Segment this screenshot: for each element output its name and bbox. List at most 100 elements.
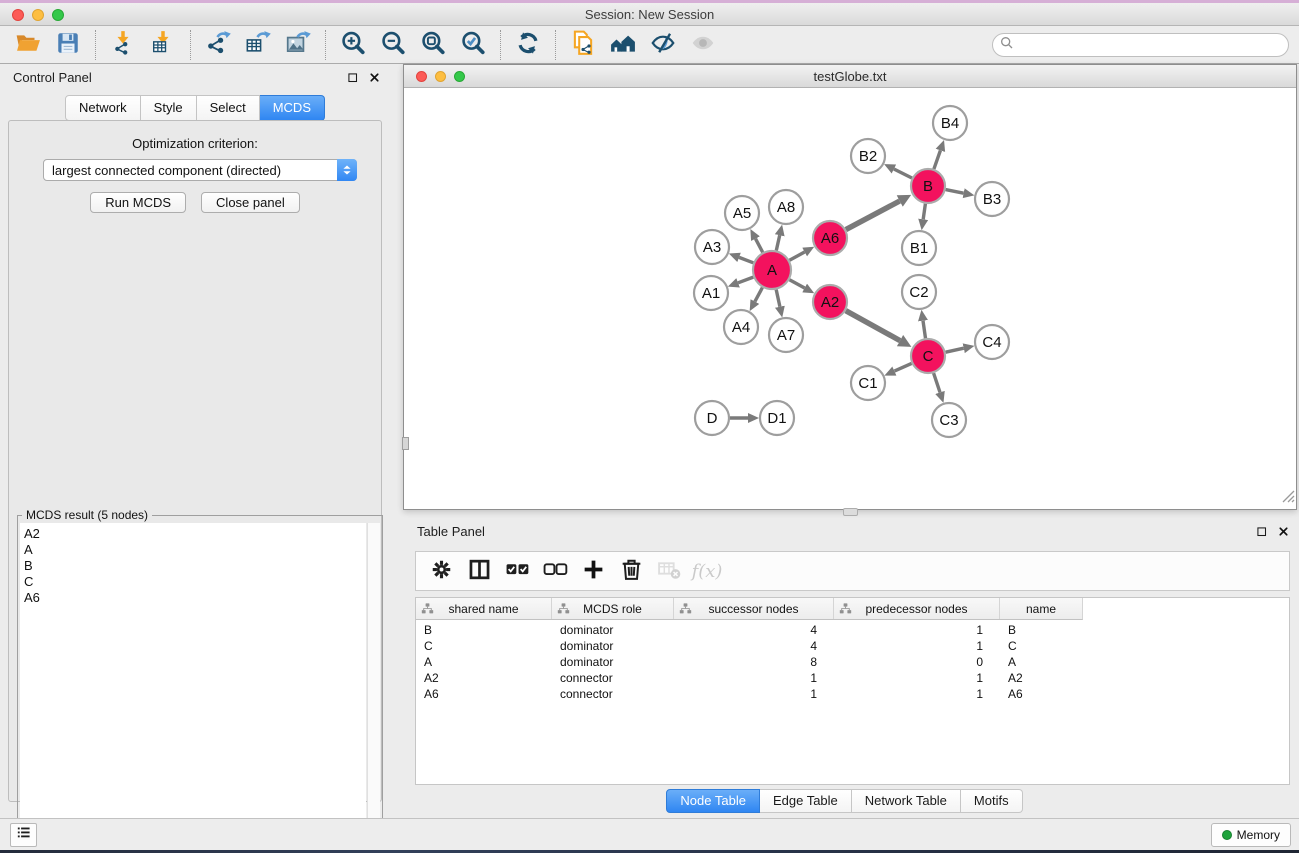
import-table-button[interactable] [143, 28, 183, 62]
network-canvas[interactable]: B4 B2 B B3 A5 A8 A6 A3 B1 A A1 C2 A2 [404, 88, 1296, 509]
tab-network[interactable]: Network [65, 95, 141, 121]
delete-table-button[interactable] [652, 555, 686, 587]
window-edge-handle[interactable] [402, 437, 409, 450]
mcds-result-item[interactable]: B [24, 558, 366, 574]
graph-node-A1[interactable]: A1 [694, 276, 728, 310]
graph-edge-A-A2[interactable] [790, 280, 805, 288]
tab-edge-table[interactable]: Edge Table [760, 789, 852, 813]
graph-node-A[interactable]: A [753, 251, 791, 289]
export-table-button[interactable] [238, 28, 278, 62]
graph-node-B3[interactable]: B3 [975, 182, 1009, 216]
column-header-predecessor-nodes[interactable]: predecessor nodes [834, 598, 1000, 619]
graph-node-A2[interactable]: A2 [813, 285, 847, 319]
bird-eye-view-button[interactable] [683, 28, 723, 62]
graph-node-D[interactable]: D [695, 401, 729, 435]
graph-edge-A2-C[interactable] [846, 311, 900, 341]
graph-node-C4[interactable]: C4 [975, 325, 1009, 359]
float-panel-icon[interactable] [345, 70, 360, 85]
float-table-panel-icon[interactable] [1254, 524, 1269, 539]
delete-column-button[interactable] [614, 555, 648, 587]
mcds-result-item[interactable]: A6 [24, 590, 366, 606]
refresh-view-button[interactable] [508, 28, 548, 62]
result-scrollbar[interactable] [367, 523, 380, 851]
tab-network-table[interactable]: Network Table [852, 789, 961, 813]
zoom-selected-button[interactable] [453, 28, 493, 62]
graph-node-C3[interactable]: C3 [932, 403, 966, 437]
table-row[interactable]: Cdominator41C [416, 638, 1289, 654]
tab-motifs[interactable]: Motifs [961, 789, 1023, 813]
mcds-result-item[interactable]: A2 [24, 526, 366, 542]
export-image-button[interactable] [278, 28, 318, 62]
table-settings-button[interactable] [424, 555, 458, 587]
optimization-criterion-select[interactable]: largest connected component (directed) [43, 159, 357, 181]
create-column-button[interactable] [576, 555, 610, 587]
graph-node-C[interactable]: C [911, 339, 945, 373]
network-home-button[interactable] [603, 28, 643, 62]
graph-edge-B-B3[interactable] [946, 190, 964, 194]
function-builder-button[interactable]: f(x) [690, 555, 724, 587]
toggle-visibility-button[interactable] [643, 28, 683, 62]
tab-mcds[interactable]: MCDS [260, 95, 325, 121]
save-session-button[interactable] [48, 28, 88, 62]
graph-edge-A6-B[interactable] [846, 201, 900, 230]
table-row[interactable]: Bdominator41B [416, 622, 1289, 638]
graph-edge-C-C2[interactable] [923, 321, 926, 339]
column-header-mcds-role[interactable]: MCDS role [552, 598, 674, 619]
graph-edge-C-C1[interactable] [894, 363, 911, 371]
graph-node-B1[interactable]: B1 [902, 231, 936, 265]
splitter-handle[interactable] [843, 508, 858, 516]
column-header-successor-nodes[interactable]: successor nodes [674, 598, 834, 619]
graph-node-D1[interactable]: D1 [760, 401, 794, 435]
export-network-button[interactable] [198, 28, 238, 62]
graph-edge-A-A4[interactable] [755, 288, 763, 302]
deselect-all-rows-button[interactable] [538, 555, 572, 587]
graph-node-A7[interactable]: A7 [769, 318, 803, 352]
zoom-out-button[interactable] [373, 28, 413, 62]
graph-edge-B-B4[interactable] [934, 150, 941, 169]
graph-node-A8[interactable]: A8 [769, 190, 803, 224]
graph-node-C2[interactable]: C2 [902, 275, 936, 309]
graph-node-C1[interactable]: C1 [851, 366, 885, 400]
tab-style[interactable]: Style [141, 95, 197, 121]
graph-edge-A-A1[interactable] [738, 277, 753, 283]
close-panel-icon[interactable] [367, 70, 382, 85]
graph-edge-A-A3[interactable] [739, 257, 753, 262]
column-header-shared-name[interactable]: shared name [416, 598, 552, 619]
graph-node-A4[interactable]: A4 [724, 310, 758, 344]
graph-node-A6[interactable]: A6 [813, 221, 847, 255]
table-row[interactable]: A6connector11A6 [416, 686, 1289, 702]
run-mcds-button[interactable]: Run MCDS [90, 192, 186, 213]
close-panel-button[interactable]: Close panel [201, 192, 300, 213]
tab-select[interactable]: Select [197, 95, 260, 121]
graph-edge-B-B2[interactable] [894, 169, 912, 178]
graph-edge-C-C4[interactable] [946, 348, 964, 352]
graph-edge-A-A6[interactable] [790, 252, 805, 260]
tab-node-table[interactable]: Node Table [666, 789, 760, 813]
graph-edge-A-A7[interactable] [776, 290, 780, 307]
duplicate-network-button[interactable] [563, 28, 603, 62]
graph-edge-B-B1[interactable] [923, 204, 925, 220]
table-row[interactable]: Adominator80A [416, 654, 1289, 670]
graph-node-A3[interactable]: A3 [695, 230, 729, 264]
memory-button[interactable]: Memory [1211, 823, 1291, 847]
column-visibility-button[interactable] [462, 555, 496, 587]
graph-node-A5[interactable]: A5 [725, 196, 759, 230]
graph-node-B4[interactable]: B4 [933, 106, 967, 140]
select-all-rows-button[interactable] [500, 555, 534, 587]
mcds-result-item[interactable]: C [24, 574, 366, 590]
mcds-result-item[interactable]: A [24, 542, 366, 558]
graph-edge-C-C3[interactable] [934, 373, 940, 392]
window-resize-grip[interactable] [1279, 487, 1295, 508]
task-history-button[interactable] [10, 823, 37, 847]
search-input[interactable] [1015, 36, 1288, 54]
graph-node-B2[interactable]: B2 [851, 139, 885, 173]
graph-edge-A-A8[interactable] [776, 235, 779, 250]
column-header-name[interactable]: name [1000, 598, 1082, 619]
zoom-in-button[interactable] [333, 28, 373, 62]
open-session-button[interactable] [8, 28, 48, 62]
zoom-fit-button[interactable] [413, 28, 453, 62]
table-row[interactable]: A2connector11A2 [416, 670, 1289, 686]
import-network-button[interactable] [103, 28, 143, 62]
graph-edge-A-A5[interactable] [756, 239, 763, 253]
close-table-panel-icon[interactable] [1276, 524, 1291, 539]
